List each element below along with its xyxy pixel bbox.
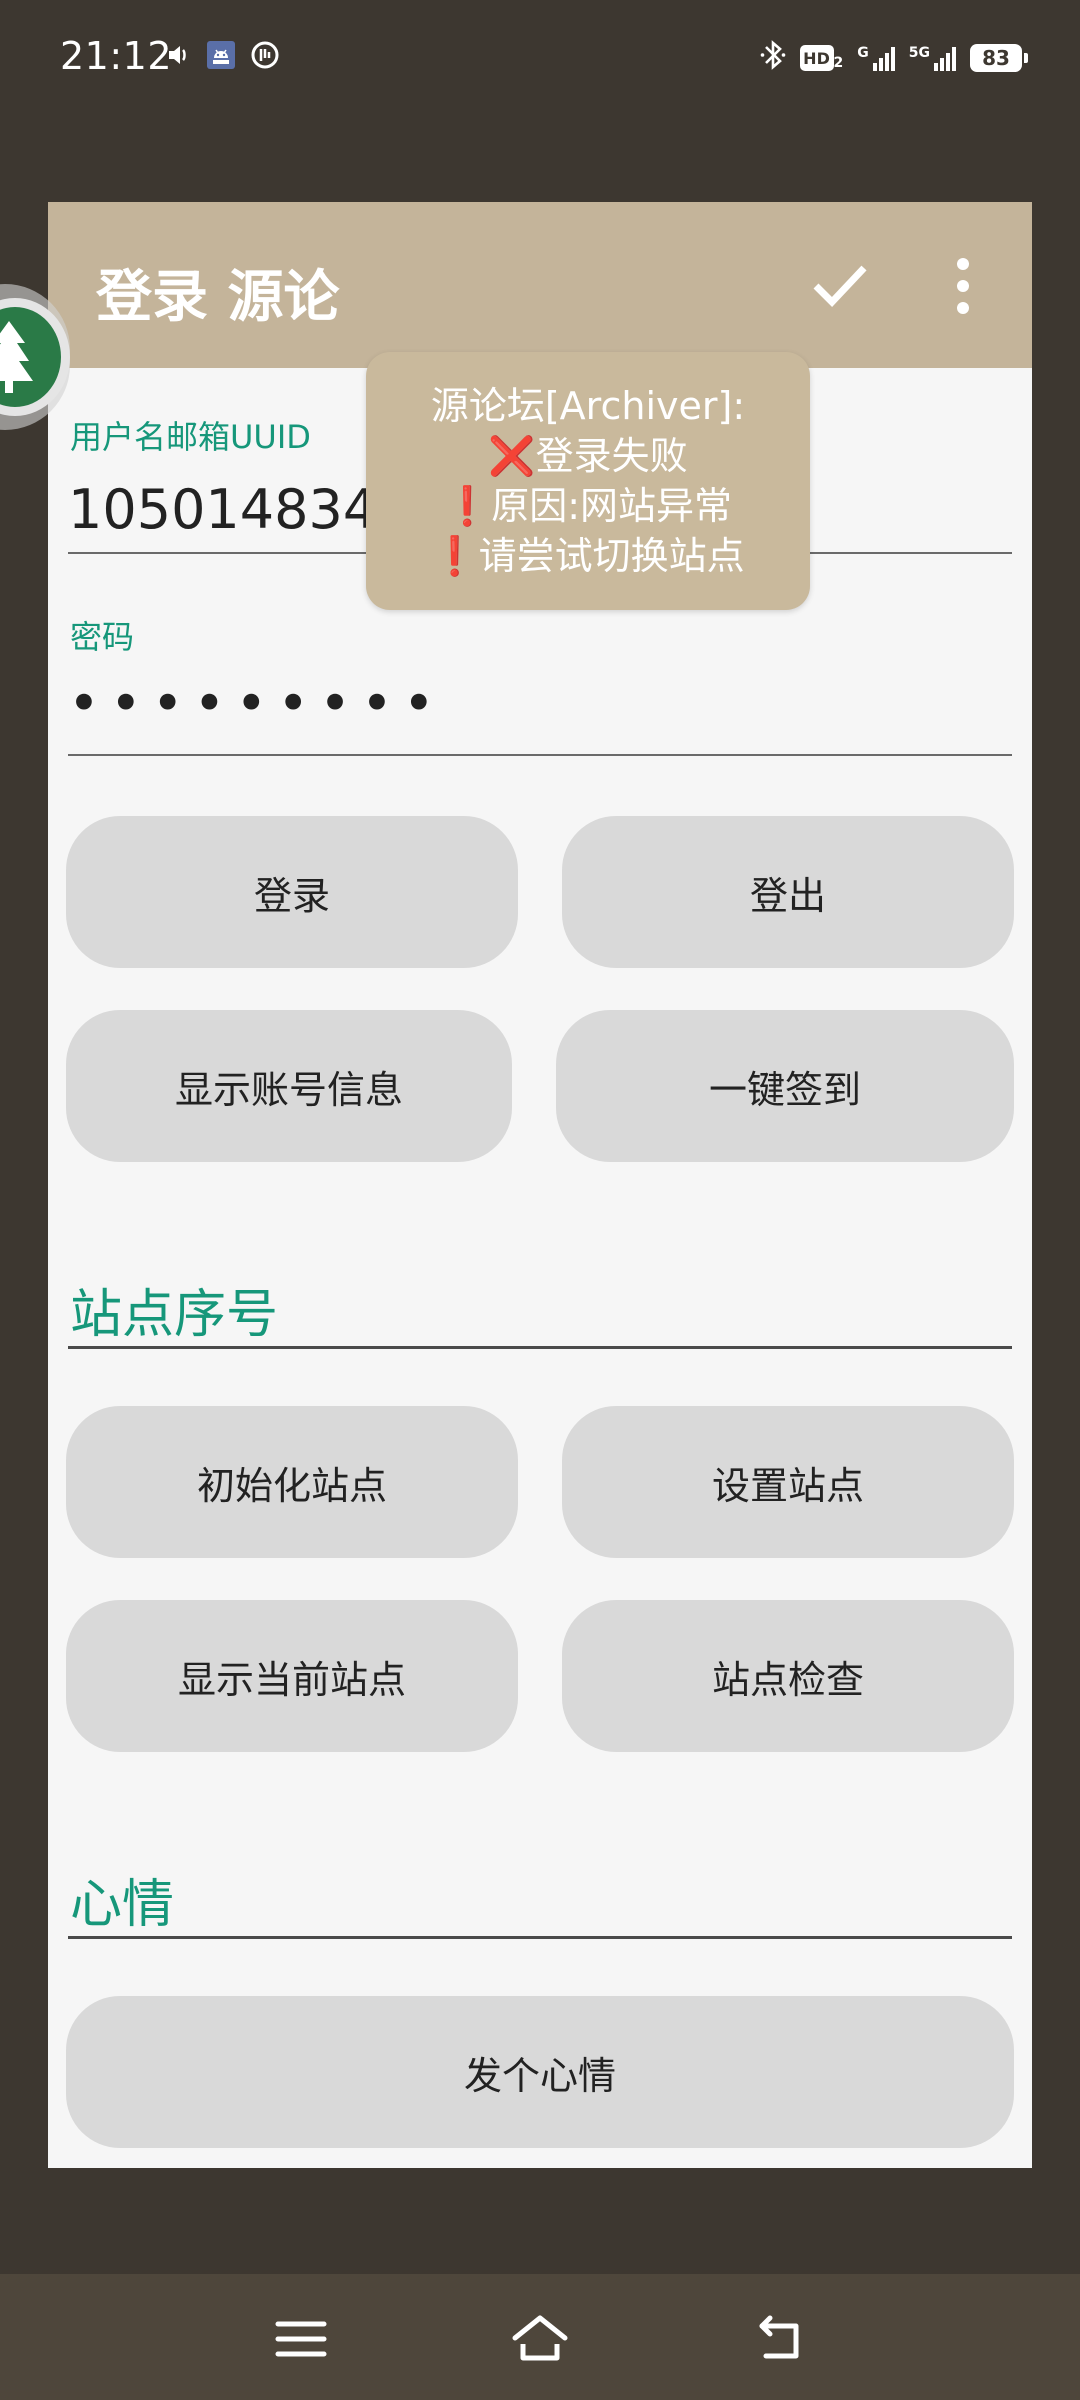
navigation-bar [0, 2274, 1080, 2400]
bluetooth-icon [760, 38, 786, 78]
signal-label: G [857, 45, 869, 61]
more-vert-icon[interactable] [948, 254, 978, 318]
toast-line-2-text: 登录失败 [535, 434, 688, 478]
post-mood-button[interactable]: 发个心情 [66, 1996, 1014, 2148]
toast-line-3: ❗原因:网站异常 [366, 481, 810, 531]
signal-5g-icon: 5G [909, 45, 956, 71]
password-label: 密码 [70, 618, 135, 656]
check-icon[interactable] [808, 252, 872, 316]
status-right-icons: HD 2 G 5G 83 [760, 38, 1028, 78]
check-site-button[interactable]: 站点检查 [562, 1600, 1014, 1752]
toast-line-4-text: 请尝试切换站点 [478, 534, 745, 578]
site-number-divider [68, 1346, 1012, 1349]
app-window: 登录 源论 用户名邮箱UUID 1050148346 密码 ••••••••• … [48, 202, 1032, 2168]
signal-icon: G [857, 45, 895, 71]
show-site-button[interactable]: 显示当前站点 [66, 1600, 518, 1752]
toast-line-2: ❌登录失败 [366, 431, 810, 481]
site-number-section-title: 站点序号 [70, 1285, 279, 1345]
toast-line-4: ❗请尝试切换站点 [366, 531, 810, 581]
toolbar-title: 登录 源论 [96, 265, 340, 330]
warning-icon: ❗ [431, 534, 479, 578]
logout-button[interactable]: 登出 [562, 816, 1014, 968]
status-time: 21:12 [60, 34, 173, 78]
android-app-icon [206, 40, 236, 74]
tree-icon [0, 298, 70, 416]
mood-section-title: 心情 [70, 1875, 175, 1935]
mood-divider [68, 1936, 1012, 1939]
signal-5g-label: 5G [908, 45, 930, 61]
battery-icon: 83 [970, 44, 1028, 72]
status-left-icons [166, 40, 280, 74]
sign-in-button[interactable]: 一键签到 [556, 1010, 1014, 1162]
volume-icon [166, 42, 192, 72]
login-button[interactable]: 登录 [66, 816, 518, 968]
username-label: 用户名邮箱UUID [70, 418, 311, 456]
hd-sub: 2 [833, 55, 844, 71]
vpn-icon [250, 40, 280, 74]
username-input[interactable]: 1050148346 [68, 478, 412, 541]
home-icon[interactable] [505, 2304, 575, 2374]
password-underline [68, 754, 1012, 756]
warning-icon: ❗ [443, 484, 492, 528]
floating-bubble[interactable] [0, 284, 70, 430]
init-site-button[interactable]: 初始化站点 [66, 1406, 518, 1558]
menu-icon[interactable] [266, 2304, 336, 2374]
toolbar: 登录 源论 [48, 202, 1032, 368]
password-input[interactable]: ••••••••• [68, 672, 445, 735]
hd-badge: HD [799, 45, 834, 71]
hd-voice-icon: HD 2 [799, 45, 844, 71]
set-site-button[interactable]: 设置站点 [562, 1406, 1014, 1558]
show-account-button[interactable]: 显示账号信息 [66, 1010, 512, 1162]
error-icon: ❌ [488, 434, 536, 478]
back-icon[interactable] [746, 2304, 816, 2374]
toast-message: 源论坛[Archiver]: ❌登录失败 ❗原因:网站异常 ❗请尝试切换站点 [366, 352, 810, 610]
toast-line-3-text: 原因:网站异常 [491, 484, 733, 528]
status-bar: 21:12 HD 2 G 5G 83 [0, 0, 1080, 116]
toast-line-1: 源论坛[Archiver]: [430, 384, 746, 428]
